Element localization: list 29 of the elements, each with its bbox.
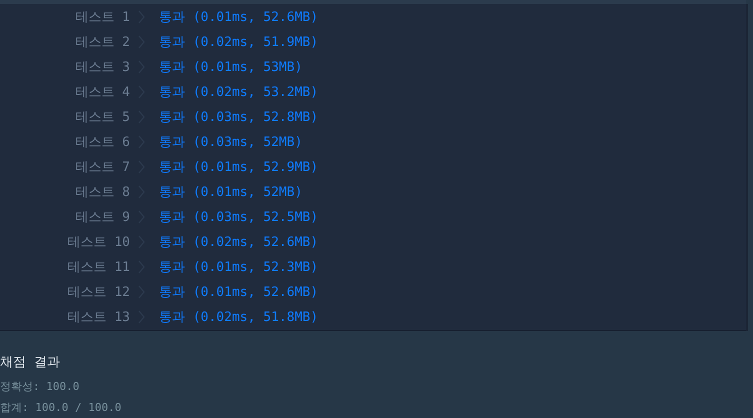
summary-title: 채점 결과 <box>0 354 61 372</box>
test-label: 테스트 4 <box>74 84 130 100</box>
test-result: 통과 (0.03ms, 52MB) <box>159 134 302 150</box>
test-label: 테스트 9 <box>74 208 130 226</box>
test-label: 테스트 1 <box>74 8 130 26</box>
test-result: 통과 (0.02ms, 51.9MB) <box>159 34 318 50</box>
summary-line: 정확성: 100.0 <box>0 379 80 395</box>
test-result: 통과 (0.01ms, 52.9MB) <box>159 158 318 176</box>
test-result: 통과 (0.02ms, 53.2MB) <box>159 84 318 100</box>
test-label: 테스트 7 <box>74 158 130 176</box>
test-label: 테스트 3 <box>74 58 130 76</box>
test-label: 테스트 6 <box>74 134 130 150</box>
test-label: 테스트 11 <box>66 258 130 276</box>
test-result: 통과 (0.02ms, 51.8MB) <box>159 308 318 326</box>
test-label: 테스트 8 <box>74 184 130 200</box>
test-result: 통과 (0.01ms, 52.6MB) <box>159 8 318 26</box>
test-result: 통과 (0.03ms, 52.8MB) <box>159 108 318 126</box>
summary-line: 합계: 100.0 / 100.0 <box>0 400 122 416</box>
test-label: 테스트 12 <box>66 284 130 300</box>
test-result: 통과 (0.03ms, 52.5MB) <box>159 208 318 226</box>
test-label: 테스트 5 <box>74 108 130 126</box>
test-result: 통과 (0.01ms, 52MB) <box>159 184 302 200</box>
test-label: 테스트 13 <box>66 308 130 326</box>
test-result: 통과 (0.02ms, 52.6MB) <box>159 234 318 250</box>
test-label: 테스트 2 <box>74 34 130 50</box>
test-result: 통과 (0.01ms, 52.3MB) <box>159 258 318 276</box>
test-label: 테스트 10 <box>66 234 130 250</box>
test-result: 통과 (0.01ms, 52.6MB) <box>159 284 318 300</box>
test-result: 통과 (0.01ms, 53MB) <box>159 58 302 76</box>
